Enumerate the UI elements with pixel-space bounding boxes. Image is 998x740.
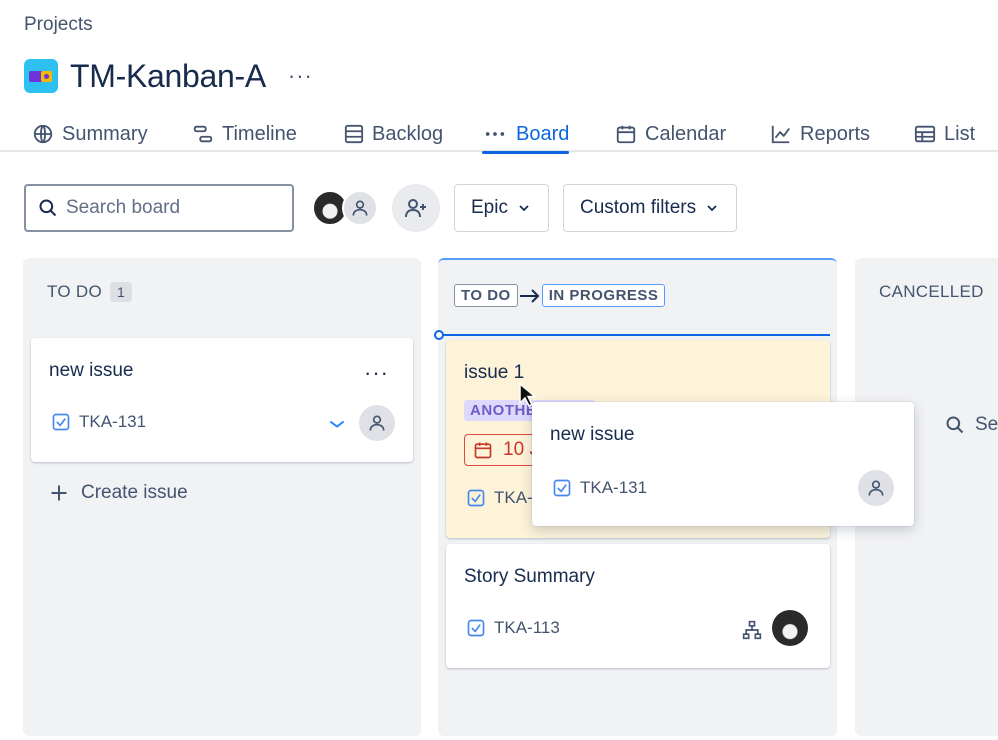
timeline-icon: [193, 125, 213, 143]
page-title: TM-Kanban-A: [70, 57, 266, 94]
issue-card[interactable]: new issue ··· TKA-131: [31, 338, 413, 462]
board-toolbar: Search board Epic Custom filters: [24, 184, 738, 232]
priority-low-icon: [329, 420, 345, 428]
calendar-icon: [616, 125, 636, 144]
drop-indicator-dot: [434, 330, 444, 340]
tab-backlog[interactable]: Backlog: [344, 116, 443, 152]
search-placeholder: Search board: [66, 197, 181, 218]
project-tabs: Summary Timeline Backlog Board Calendar …: [0, 108, 998, 154]
drop-indicator: [438, 334, 830, 336]
tab-reports[interactable]: Reports: [770, 116, 870, 152]
mouse-cursor-icon: [519, 382, 536, 408]
project-avatar-icon: [24, 59, 58, 93]
issue-title: issue 1: [464, 362, 525, 383]
custom-filters-button[interactable]: Custom filters: [562, 184, 738, 232]
tab-summary[interactable]: Summary: [32, 116, 148, 152]
epic-filter-label: Epic: [471, 197, 508, 218]
chevron-down-icon: [519, 205, 529, 212]
add-people-button[interactable]: [392, 184, 440, 232]
epic-filter-button[interactable]: Epic: [454, 184, 549, 232]
status-lozenge-to: IN PROGRESS: [541, 284, 666, 307]
tab-label: Timeline: [222, 122, 297, 145]
task-checkbox-icon: [467, 619, 485, 637]
tab-list[interactable]: List: [914, 116, 975, 152]
more-dots-icon: [485, 132, 505, 136]
tab-timeline[interactable]: Timeline: [192, 116, 297, 152]
project-more-button[interactable]: ···: [288, 63, 313, 89]
card-more-button[interactable]: ···: [364, 360, 389, 386]
column-header: CANCELLED: [879, 282, 984, 302]
table-icon: [914, 125, 936, 143]
issue-key: TKA-131: [552, 478, 647, 498]
search-input[interactable]: Search board: [24, 184, 294, 232]
search-icon: [39, 199, 57, 217]
issue-key[interactable]: TKA-131: [51, 412, 146, 432]
issue-count-badge: 1: [110, 282, 133, 302]
plus-icon: [51, 485, 67, 501]
tab-label: Backlog: [372, 122, 444, 145]
calendar-icon: [474, 442, 492, 459]
create-issue-label: Create issue: [81, 482, 188, 503]
column-search-label: Se: [975, 414, 998, 435]
assignee-avatars: [312, 190, 378, 226]
breadcrumb[interactable]: Projects: [24, 14, 93, 36]
assignee-avatar[interactable]: [772, 610, 808, 646]
issue-key-label: TKA-113: [494, 618, 560, 637]
issue-key[interactable]: TKA-1: [466, 488, 542, 508]
task-checkbox-icon: [467, 489, 485, 507]
globe-icon: [33, 124, 53, 144]
tab-label: Reports: [800, 122, 871, 145]
tab-label: Board: [516, 122, 570, 145]
arrow-right-icon: [519, 288, 540, 303]
column-header: TO DO 1: [47, 282, 133, 302]
issue-title: Story Summary: [464, 566, 595, 587]
project-header: TM-Kanban-A ···: [24, 56, 313, 96]
column-title: TO DO: [47, 282, 103, 301]
issue-key[interactable]: TKA-113: [466, 618, 560, 638]
dragging-issue-card[interactable]: new issue TKA-131: [532, 402, 914, 526]
chart-icon: [771, 125, 790, 144]
tab-label: Calendar: [645, 122, 727, 145]
issue-title: new issue: [550, 424, 635, 445]
tab-calendar[interactable]: Calendar: [615, 116, 726, 152]
child-issues-icon: [742, 620, 762, 640]
create-issue-button[interactable]: Create issue: [49, 482, 188, 504]
tab-board[interactable]: Board: [482, 116, 570, 154]
column-search[interactable]: Se: [945, 414, 998, 436]
column-todo: TO DO 1 new issue ··· TKA-131 Create iss…: [23, 258, 421, 736]
backlog-icon: [344, 124, 364, 144]
issue-card[interactable]: Story Summary TKA-113: [446, 544, 830, 668]
task-checkbox-icon: [553, 479, 571, 497]
column-title: CANCELLED: [879, 282, 984, 301]
avatar[interactable]: [342, 190, 378, 226]
add-person-icon: [405, 199, 426, 218]
assignee-avatar: [858, 470, 894, 506]
transition-header: TO DO IN PROGRESS: [454, 284, 666, 307]
tab-label: List: [944, 122, 976, 145]
search-icon: [946, 416, 964, 434]
person-icon: [352, 200, 368, 216]
custom-filters-label: Custom filters: [579, 197, 697, 218]
task-checkbox-icon: [52, 413, 70, 431]
person-icon: [868, 480, 884, 496]
issue-title: new issue: [49, 360, 134, 381]
issue-key-label: TKA-131: [580, 478, 648, 497]
status-lozenge-from: TO DO: [454, 284, 518, 307]
assignee-avatar[interactable]: [359, 405, 395, 441]
issue-key-label: TKA-131: [79, 412, 147, 431]
chevron-down-icon: [707, 205, 717, 212]
person-icon: [369, 415, 385, 431]
tab-label: Summary: [62, 122, 148, 145]
